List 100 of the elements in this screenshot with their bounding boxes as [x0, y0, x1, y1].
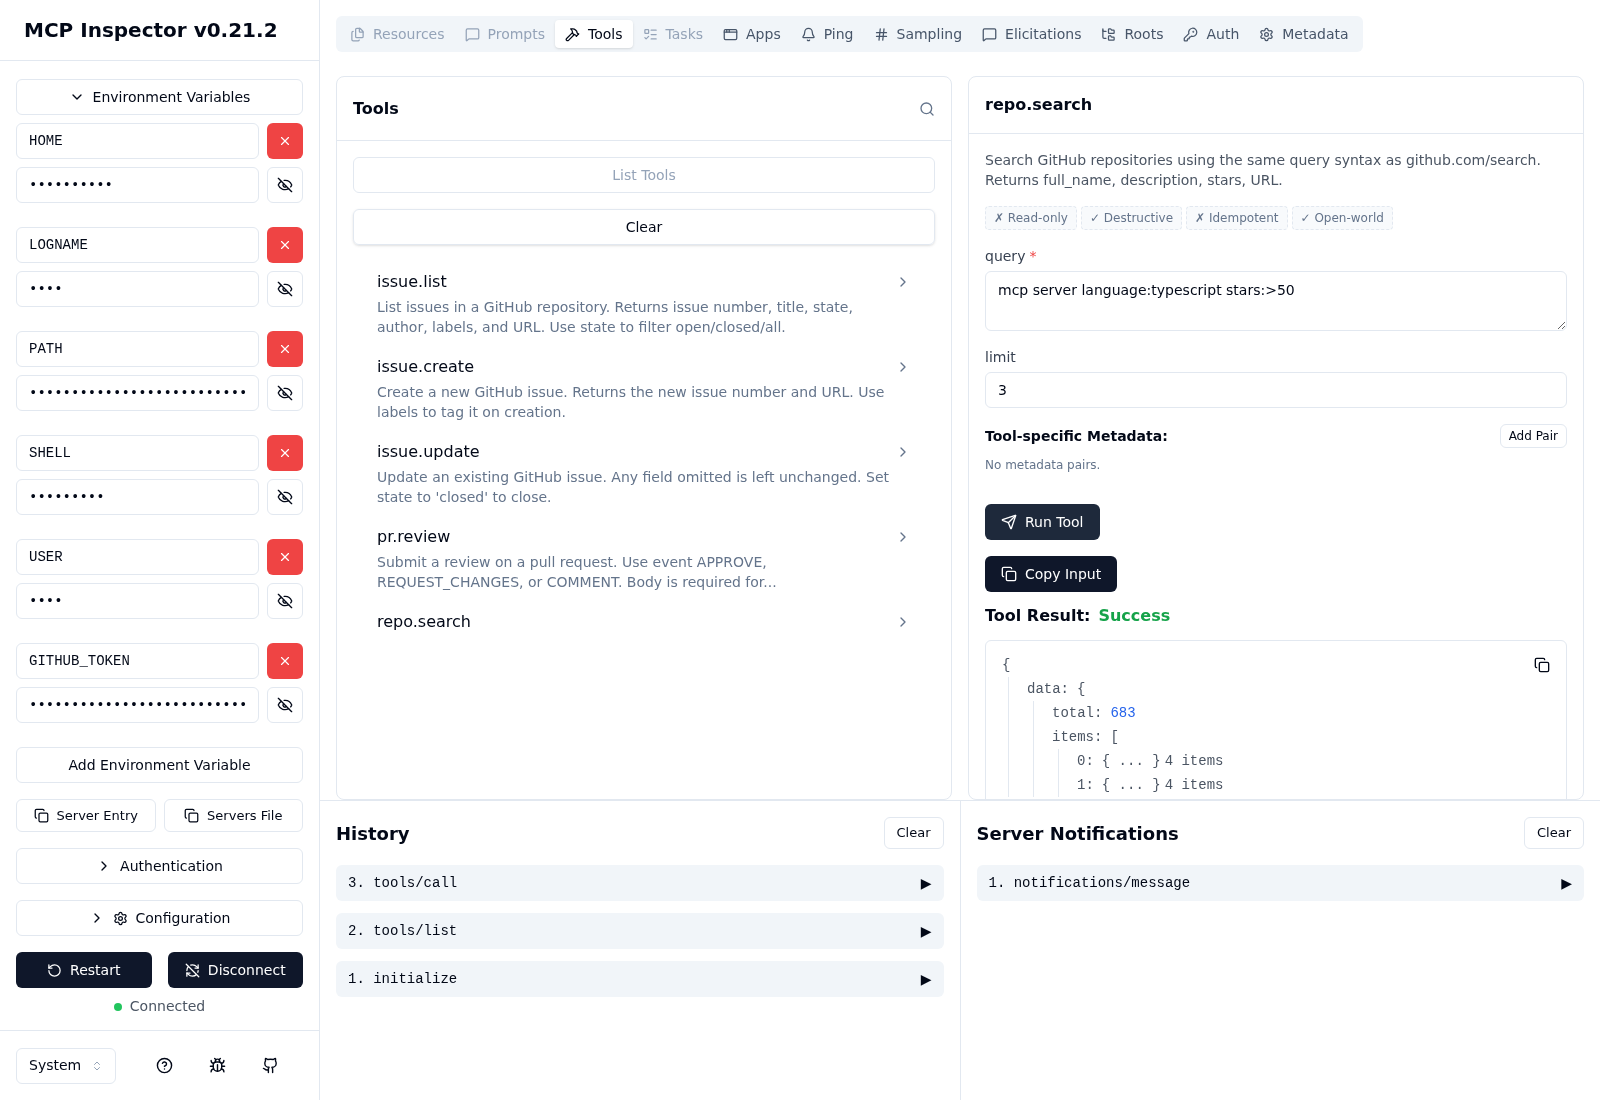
section-toggle[interactable]: Configuration: [16, 900, 303, 936]
env-key-field[interactable]: HOME: [16, 123, 259, 159]
close-icon: [278, 446, 292, 460]
env-value-field[interactable]: •••••••••: [16, 479, 259, 515]
env-value-field[interactable]: ••••••••••: [16, 167, 259, 203]
connection-status: Connected: [129, 997, 206, 1016]
disconnect-button[interactable]: Disconnect: [167, 952, 303, 988]
eye-off-icon: [277, 593, 293, 609]
clear-button[interactable]: Clear: [883, 817, 944, 849]
app-title: MCP Inspector v0.21.2: [24, 17, 278, 44]
json-key: 1:: [1077, 774, 1094, 796]
clear-button[interactable]: Clear: [353, 209, 935, 245]
tab[interactable]: Sampling: [863, 20, 973, 48]
tab-icon: [873, 26, 889, 42]
help-button[interactable]: [156, 1057, 173, 1074]
env-value-field[interactable]: ••••••••••••••••••••••••••: [16, 687, 259, 723]
eye-off-icon: [277, 697, 293, 713]
github-icon: [262, 1057, 279, 1074]
tab-icon: [1101, 26, 1117, 42]
panel-title: repo.search: [985, 94, 1093, 116]
tool-description: Update an existing GitHub issue. Any field omitted is left unchanged. Set state to 'closed' to close.: [377, 468, 890, 507]
tool-name: pr.review: [377, 526, 452, 548]
tool-description: Submit a review on a pull request. Use event APPROVE, REQUEST_CHANGES, or COMMENT. Body is required for...: [377, 553, 778, 592]
json-value: 683: [1110, 703, 1136, 723]
close-icon: [278, 134, 292, 148]
entry-label: 1. notifications/message: [988, 873, 1191, 893]
env-key-field[interactable]: GITHUB_TOKEN: [16, 643, 259, 679]
tool-list-item[interactable]: repo.search: [353, 601, 935, 659]
section-toggle[interactable]: Authentication: [16, 848, 303, 884]
remove-button[interactable]: [267, 227, 303, 263]
tab[interactable]: Metadata: [1249, 20, 1359, 48]
copy-input-button[interactable]: Copy Input: [985, 556, 1118, 592]
copy-config-button[interactable]: Servers File: [163, 799, 303, 832]
expand-toggle[interactable]: ▶: [920, 968, 932, 990]
visibility-toggle[interactable]: [267, 583, 303, 619]
tab[interactable]: Elicitations: [972, 20, 1092, 48]
log-entry[interactable]: 1. notifications/message ▶: [976, 865, 1584, 901]
json-value: { ... }: [1101, 775, 1161, 795]
json-value: { ... }: [1101, 751, 1161, 771]
tab-icon: [1259, 26, 1275, 42]
theme-select[interactable]: System: [16, 1047, 116, 1084]
copy-result-button[interactable]: [1534, 657, 1550, 673]
github-button[interactable]: [262, 1057, 279, 1074]
eye-off-icon: [277, 385, 293, 401]
log-entry[interactable]: 3. tools/call ▶: [336, 865, 944, 901]
search-button[interactable]: [919, 100, 935, 117]
env-value-field[interactable]: ••••••••••••••••••••••••••: [16, 375, 259, 411]
visibility-toggle[interactable]: [267, 479, 303, 515]
env-value-field[interactable]: ••••: [16, 271, 259, 307]
restart-button[interactable]: Restart: [16, 952, 152, 988]
clear-button[interactable]: Clear: [1524, 817, 1584, 849]
visibility-toggle[interactable]: [267, 375, 303, 411]
remove-button[interactable]: [267, 331, 303, 367]
annotation-tag: ✗ Idempotent: [1186, 206, 1288, 230]
log-entry[interactable]: 2. tools/list ▶: [336, 913, 944, 949]
eye-off-icon: [277, 177, 293, 193]
tool-list-item[interactable]: pr.review Submit a review on a pull request. Use event APPROVE, REQUEST_CHANGES, or COMMENT. Body is required for...: [353, 516, 935, 601]
json-key: 0:: [1077, 750, 1094, 772]
remove-button[interactable]: [267, 539, 303, 575]
env-key-field[interactable]: SHELL: [16, 435, 259, 471]
env-key-field[interactable]: PATH: [16, 331, 259, 367]
expand-toggle[interactable]: ▶: [920, 920, 932, 942]
env-vars-toggle[interactable]: Environment Variables: [16, 79, 303, 115]
tab[interactable]: Roots: [1091, 20, 1174, 48]
limit-field[interactable]: 3: [985, 372, 1567, 408]
tool-list-item[interactable]: issue.create Create a new GitHub issue. Returns the new issue number and URL. Use labels to tag it on creation.: [353, 346, 935, 431]
env-value-field[interactable]: ••••: [16, 583, 259, 619]
tab[interactable]: Apps: [713, 20, 791, 48]
remove-button[interactable]: [267, 435, 303, 471]
add-pair-button[interactable]: Add Pair: [1499, 424, 1567, 448]
copy-config-button[interactable]: Server Entry: [16, 799, 156, 832]
log-entry[interactable]: 1. initialize ▶: [336, 961, 944, 997]
add-env-button[interactable]: Add Environment Variable: [16, 747, 303, 783]
copy-icon: [1001, 566, 1017, 582]
tool-list-item[interactable]: issue.update Update an existing GitHub issue. Any field omitted is left unchanged. Set state to 'closed' to close.: [353, 431, 935, 516]
tab[interactable]: Ping: [790, 20, 864, 48]
remove-button[interactable]: [267, 123, 303, 159]
tab-icon: [464, 26, 480, 42]
json-key: total:: [1052, 702, 1103, 724]
query-field[interactable]: mcp server language:typescript stars:>50: [985, 271, 1567, 331]
copy-icon: [184, 808, 200, 823]
tab[interactable]: Auth: [1173, 20, 1250, 48]
remove-button[interactable]: [267, 643, 303, 679]
env-key-field[interactable]: USER: [16, 539, 259, 575]
debug-button[interactable]: [209, 1057, 226, 1074]
tab[interactable]: Tools: [555, 20, 633, 48]
result-heading: Tool Result:: [985, 605, 1091, 627]
visibility-toggle[interactable]: [267, 167, 303, 203]
run-tool-button[interactable]: Run Tool: [985, 504, 1100, 540]
section-title: History: [336, 821, 410, 846]
visibility-toggle[interactable]: [267, 687, 303, 723]
tool-list-item[interactable]: issue.list List issues in a GitHub repository. Returns issue number, title, state, author, labels, and URL. Use state to filter open/closed/all.: [353, 261, 935, 346]
tab-icon: [1183, 26, 1199, 42]
env-key-field[interactable]: LOGNAME: [16, 227, 259, 263]
expand-toggle[interactable]: ▶: [920, 872, 932, 894]
search-icon: [919, 100, 935, 117]
tab-icon: [565, 26, 581, 42]
annotation-tag: ✓ Destructive: [1080, 206, 1183, 230]
visibility-toggle[interactable]: [267, 271, 303, 307]
expand-toggle[interactable]: ▶: [1561, 872, 1572, 894]
